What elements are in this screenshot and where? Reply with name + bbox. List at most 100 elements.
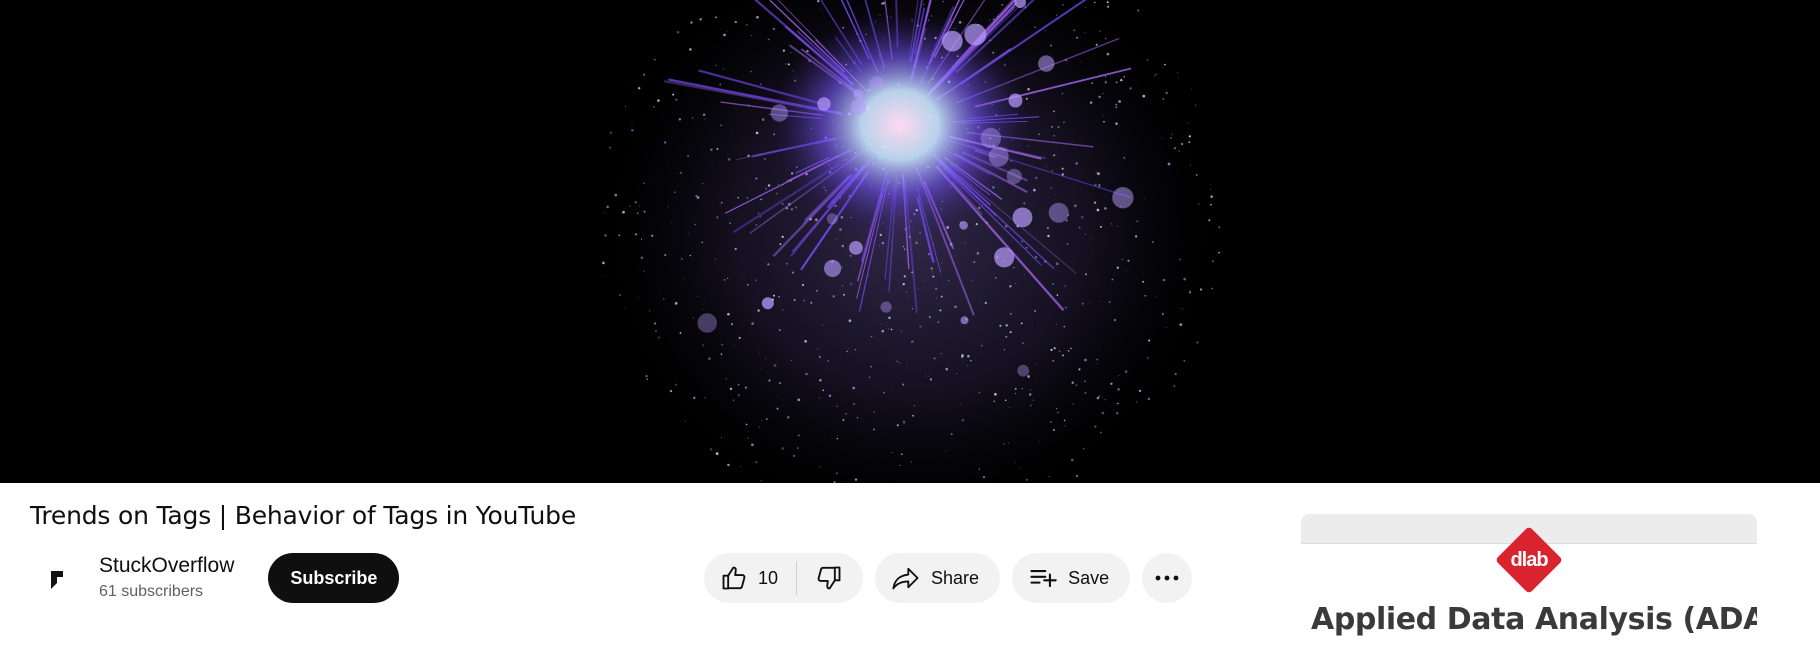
particle	[1124, 370, 1128, 373]
particle	[790, 208, 794, 211]
particle	[710, 148, 713, 151]
subscribe-button[interactable]: Subscribe	[268, 553, 400, 603]
particle	[717, 251, 719, 252]
particle	[768, 379, 771, 382]
particle	[721, 344, 724, 346]
particle	[625, 105, 626, 107]
particle	[891, 452, 893, 453]
particle	[1136, 401, 1138, 403]
watch-page: Trends on Tags | Behavior of Tags in You…	[0, 0, 1820, 650]
particle	[1187, 122, 1190, 124]
particle	[1188, 291, 1192, 294]
particle	[967, 365, 968, 366]
particle	[757, 212, 760, 214]
particle	[1023, 202, 1026, 205]
particle	[701, 308, 703, 310]
particle	[948, 280, 950, 282]
more-actions-button[interactable]	[1142, 553, 1193, 603]
particle	[849, 254, 852, 257]
particle	[1033, 188, 1036, 192]
particle	[781, 235, 784, 239]
particle	[1115, 122, 1118, 125]
particle	[1195, 104, 1197, 106]
particle	[924, 280, 926, 282]
particle	[993, 400, 995, 402]
particle	[1032, 399, 1035, 401]
particle	[1056, 408, 1058, 410]
video-player[interactable]	[0, 0, 1820, 483]
particle-bubble	[1006, 168, 1022, 184]
particle	[778, 382, 782, 385]
particle	[689, 254, 692, 257]
particle	[1084, 358, 1087, 362]
particle	[1050, 44, 1053, 47]
particle	[1099, 73, 1101, 75]
particle	[1101, 411, 1105, 415]
particle	[679, 171, 682, 174]
subscriber-count: 61 subscribers	[99, 583, 204, 600]
particle	[912, 414, 914, 417]
particle	[980, 344, 983, 347]
particle	[1075, 162, 1079, 165]
particle	[714, 258, 716, 260]
particle	[734, 247, 737, 251]
particle	[1152, 241, 1154, 243]
particle	[1056, 294, 1059, 296]
particle	[1084, 273, 1088, 276]
particle	[1104, 207, 1107, 210]
particle	[1093, 201, 1097, 204]
particle	[772, 294, 776, 297]
particle	[1061, 354, 1065, 357]
particle	[911, 341, 913, 343]
particle	[776, 407, 779, 410]
particle	[699, 18, 702, 21]
particle	[704, 397, 706, 399]
particle	[675, 383, 677, 386]
particle	[819, 466, 821, 468]
particle	[759, 83, 762, 86]
side-card[interactable]: dlab Applied Data Analysis (ADA)	[1301, 514, 1757, 650]
particle	[1146, 59, 1149, 61]
particle	[746, 283, 749, 286]
particle	[989, 19, 991, 21]
particle	[817, 0, 820, 3]
particle	[604, 275, 606, 277]
particle	[903, 275, 906, 278]
particle	[843, 293, 846, 296]
particle	[1183, 277, 1187, 281]
particle	[696, 196, 700, 199]
particle	[701, 241, 704, 244]
particle	[744, 386, 748, 389]
particle	[1004, 349, 1006, 351]
particle	[828, 394, 832, 397]
particle	[629, 168, 631, 170]
particle	[777, 184, 779, 186]
particle	[727, 277, 729, 279]
particle	[881, 329, 885, 333]
particle	[835, 472, 838, 475]
channel-logo-icon	[51, 571, 63, 589]
particle	[1089, 302, 1091, 304]
channel-name[interactable]: StuckOverflow	[99, 553, 234, 579]
owner-row: StuckOverflow 61 subscribers Subscribe	[30, 548, 400, 608]
particle	[870, 335, 873, 338]
particle	[1098, 95, 1101, 99]
save-button[interactable]: Save	[1012, 553, 1131, 603]
particle	[836, 437, 839, 440]
particle	[964, 242, 966, 244]
particle	[1209, 188, 1211, 190]
particle	[622, 210, 625, 214]
particle	[715, 64, 717, 66]
share-button[interactable]: Share	[875, 553, 1001, 603]
channel-avatar[interactable]	[30, 552, 82, 604]
particle	[1108, 301, 1111, 304]
particle	[1005, 324, 1008, 327]
particle	[737, 196, 740, 199]
particle	[1014, 387, 1017, 390]
particle	[1084, 7, 1086, 8]
particle	[1051, 126, 1053, 128]
particle	[1062, 3, 1064, 6]
dislike-button[interactable]	[797, 553, 863, 603]
like-button[interactable]: 10	[704, 553, 796, 603]
particle	[688, 232, 690, 234]
